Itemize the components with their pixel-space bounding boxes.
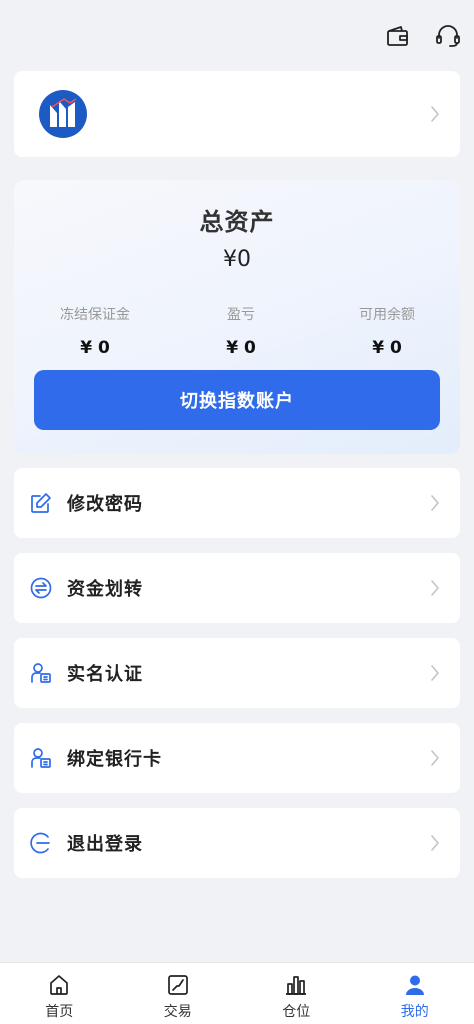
top-actions xyxy=(384,22,462,50)
profile-page: 总资产 ¥0 冻结保证金 ¥ 0 盈亏 ¥ 0 可用余额 ¥ 0 切换指数账户 xyxy=(0,0,474,1024)
nav-item-trade[interactable]: 交易 xyxy=(119,963,238,1024)
chevron-right-icon xyxy=(431,580,439,596)
bottom-nav: 首页 交易 仓位 我的 xyxy=(0,962,474,1024)
menu-item-bind-bank-card[interactable]: 绑定银行卡 xyxy=(14,723,460,793)
menu-item-label: 修改密码 xyxy=(67,494,143,515)
transfer-icon xyxy=(29,576,53,600)
nav-item-mine[interactable]: 我的 xyxy=(356,963,474,1024)
assets-total: ¥0 xyxy=(223,247,251,272)
nav-item-position[interactable]: 仓位 xyxy=(237,963,356,1024)
menu-item-real-name-verification[interactable]: 实名认证 xyxy=(14,638,460,708)
frozen-margin-value: ¥ 0 xyxy=(80,338,110,358)
menu-item-fund-transfer[interactable]: 资金划转 xyxy=(14,553,460,623)
nav-label: 我的 xyxy=(400,1004,429,1020)
assets-breakdown: 冻结保证金 ¥ 0 盈亏 ¥ 0 可用余额 ¥ 0 xyxy=(14,304,460,358)
chevron-right-icon xyxy=(431,665,439,681)
assets-card: 总资产 ¥0 冻结保证金 ¥ 0 盈亏 ¥ 0 可用余额 ¥ 0 切换指数账户 xyxy=(14,180,460,454)
chevron-right-icon xyxy=(431,495,439,511)
menu-item-logout[interactable]: 退出登录 xyxy=(14,808,460,878)
profile-card[interactable] xyxy=(14,71,460,157)
menu-item-label: 绑定银行卡 xyxy=(67,749,162,770)
frozen-margin-label: 冻结保证金 xyxy=(60,307,130,323)
available-balance-value: ¥ 0 xyxy=(372,338,402,358)
wallet-icon[interactable] xyxy=(384,22,412,50)
chevron-right-icon xyxy=(431,106,439,122)
nav-label: 交易 xyxy=(163,1004,192,1020)
headset-icon[interactable] xyxy=(434,22,462,50)
id-card-icon xyxy=(29,661,53,685)
profit-loss-value: ¥ 0 xyxy=(226,338,256,358)
available-balance: 可用余额 ¥ 0 xyxy=(314,304,460,358)
trade-icon xyxy=(166,973,190,997)
chevron-right-icon xyxy=(431,835,439,851)
menu-item-change-password[interactable]: 修改密码 xyxy=(14,468,460,538)
chevron-right-icon xyxy=(431,750,439,766)
nav-label: 仓位 xyxy=(282,1004,311,1020)
menu-item-label: 退出登录 xyxy=(67,834,143,855)
profit-loss-label: 盈亏 xyxy=(227,307,255,323)
home-icon xyxy=(47,973,71,997)
switch-index-account-button[interactable]: 切换指数账户 xyxy=(34,370,440,430)
nav-label: 首页 xyxy=(45,1004,74,1020)
position-icon xyxy=(284,973,308,997)
frozen-margin: 冻结保证金 ¥ 0 xyxy=(14,304,168,358)
logout-icon xyxy=(29,831,53,855)
menu-item-label: 实名认证 xyxy=(67,664,143,685)
menu-item-label: 资金划转 xyxy=(67,579,143,600)
user-icon xyxy=(403,973,427,997)
available-balance-label: 可用余额 xyxy=(359,307,415,323)
brand-logo-icon xyxy=(38,89,88,139)
edit-icon xyxy=(29,491,53,515)
profit-loss: 盈亏 ¥ 0 xyxy=(168,304,314,358)
assets-title: 总资产 xyxy=(199,208,275,236)
nav-item-home[interactable]: 首页 xyxy=(0,963,119,1024)
bank-card-icon xyxy=(29,746,53,770)
